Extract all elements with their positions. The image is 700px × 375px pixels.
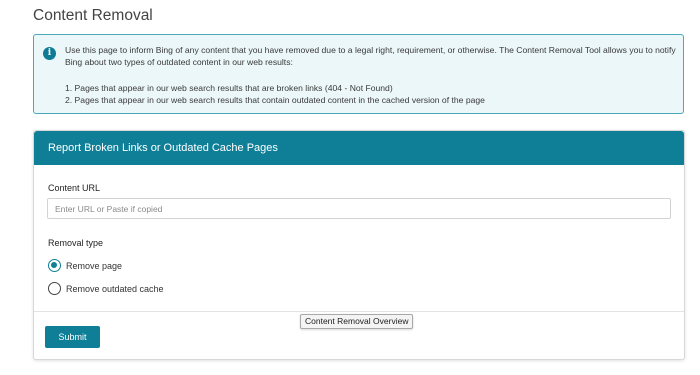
tooltip: Content Removal Overview: [300, 314, 414, 329]
content-url-input[interactable]: [47, 198, 671, 219]
page-title: Content Removal: [33, 7, 153, 24]
card-header-title: Report Broken Links or Outdated Cache Pa…: [48, 142, 278, 154]
info-list-item: 1. Pages that appear in our web search r…: [65, 83, 393, 93]
radio-label: Remove outdated cache: [66, 283, 164, 294]
content-url-label: Content URL: [48, 183, 101, 193]
info-list-item: 2. Pages that appear in our web search r…: [65, 94, 485, 105]
info-description: Use this page to inform Bing of any cont…: [65, 45, 676, 67]
radio-button-selected[interactable]: [48, 259, 61, 272]
info-list: 1. Pages that appear in our web search r…: [65, 83, 485, 106]
info-icon: i: [43, 47, 56, 60]
radio-remove-page[interactable]: Remove page: [48, 259, 122, 272]
card-header: Report Broken Links or Outdated Cache Pa…: [34, 131, 684, 165]
radio-label: Remove page: [66, 260, 123, 271]
report-card: Report Broken Links or Outdated Cache Pa…: [33, 130, 685, 360]
card-divider: [34, 311, 684, 312]
removal-type-label: Removal type: [48, 238, 104, 248]
info-box: i Use this page to inform Bing of any co…: [33, 34, 684, 114]
radio-remove-outdated-cache[interactable]: Remove outdated cache: [48, 282, 164, 295]
submit-button[interactable]: Submit: [45, 326, 100, 348]
radio-button[interactable]: [48, 282, 61, 295]
